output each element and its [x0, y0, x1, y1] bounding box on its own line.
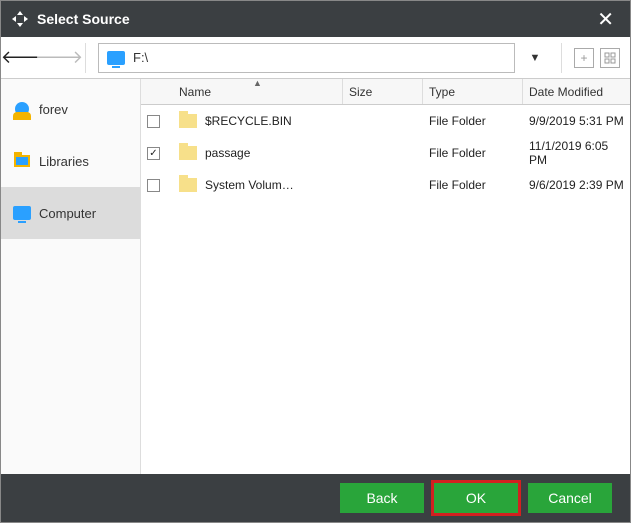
file-type: File Folder: [429, 146, 486, 160]
toolbar: 🡐 🡒 F:\ ▼ +: [1, 37, 630, 79]
ok-button[interactable]: OK: [434, 483, 518, 513]
sidebar-item-computer[interactable]: Computer: [1, 187, 140, 239]
row-checkbox: [147, 179, 160, 192]
col-name-label: Name: [179, 85, 211, 99]
user-icon: [13, 100, 31, 118]
body: forev Libraries Computer ▲ Name Size Typ…: [1, 79, 630, 474]
file-grid: ▲ Name Size Type Date Modified $RECYCLE.…: [141, 79, 630, 474]
sidebar-item-label: Computer: [39, 206, 96, 221]
sort-ascending-icon: ▲: [253, 79, 262, 88]
grid-header: ▲ Name Size Type Date Modified: [141, 79, 630, 105]
sidebar-item-libraries[interactable]: Libraries: [1, 135, 140, 187]
divider: [561, 43, 562, 73]
drive-icon: [107, 51, 125, 65]
cancel-button[interactable]: Cancel: [528, 483, 612, 513]
path-box[interactable]: F:\: [98, 43, 515, 73]
table-row[interactable]: $RECYCLE.BIN File Folder 9/9/2019 5:31 P…: [141, 105, 630, 137]
path-text: F:\: [133, 50, 148, 65]
file-date: 9/9/2019 5:31 PM: [529, 114, 624, 128]
file-type: File Folder: [429, 114, 486, 128]
file-name: $RECYCLE.BIN: [205, 114, 292, 128]
file-name: passage: [205, 146, 250, 160]
grid-rows: $RECYCLE.BIN File Folder 9/9/2019 5:31 P…: [141, 105, 630, 474]
sidebar-item-forev[interactable]: forev: [1, 83, 140, 135]
file-date: 9/6/2019 2:39 PM: [529, 178, 624, 192]
titlebar: Select Source ✕: [1, 1, 630, 37]
sidebar-item-label: forev: [39, 102, 68, 117]
select-source-dialog: Select Source ✕ 🡐 🡒 F:\ ▼ + forev Librar…: [0, 0, 631, 523]
file-date: 11/1/2019 6:05 PM: [529, 139, 624, 167]
dialog-title: Select Source: [37, 11, 591, 27]
sidebar: forev Libraries Computer: [1, 79, 141, 474]
app-icon: [11, 10, 29, 28]
table-row[interactable]: System Volum… File Folder 9/6/2019 2:39 …: [141, 169, 630, 201]
col-name-header[interactable]: ▲ Name: [173, 79, 343, 104]
col-type-header[interactable]: Type: [423, 79, 523, 104]
sidebar-item-label: Libraries: [39, 154, 89, 169]
view-grid-button[interactable]: [600, 48, 620, 68]
col-size-header[interactable]: Size: [343, 79, 423, 104]
row-checkbox[interactable]: ✓: [147, 147, 160, 160]
file-type: File Folder: [429, 178, 486, 192]
folder-icon: [179, 146, 197, 160]
col-date-header[interactable]: Date Modified: [523, 79, 630, 104]
folder-icon: [179, 178, 197, 192]
computer-icon: [13, 204, 31, 222]
row-checkbox[interactable]: [147, 115, 160, 128]
back-button[interactable]: Back: [340, 483, 424, 513]
libraries-icon: [13, 152, 31, 170]
table-row[interactable]: ✓ passage File Folder 11/1/2019 6:05 PM: [141, 137, 630, 169]
path-dropdown[interactable]: ▼: [521, 44, 549, 72]
divider: [85, 43, 86, 73]
file-name: System Volum…: [205, 178, 294, 192]
col-check: [141, 79, 173, 104]
folder-icon: [179, 114, 197, 128]
footer: Back OK Cancel: [1, 474, 630, 522]
new-folder-button[interactable]: +: [574, 48, 594, 68]
forward-nav-button: 🡒: [45, 44, 73, 72]
close-button[interactable]: ✕: [591, 7, 620, 32]
